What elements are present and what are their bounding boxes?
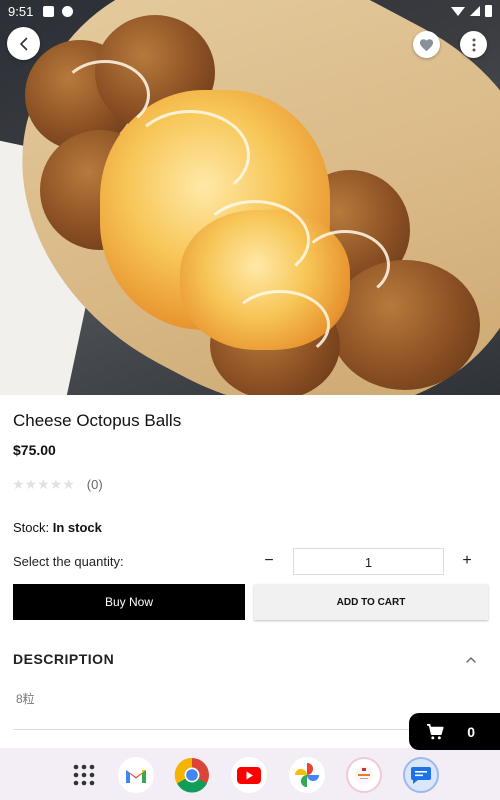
cart-count: 0 xyxy=(467,723,475,740)
product-price: $75.00 xyxy=(13,442,56,458)
signal-icon xyxy=(470,6,480,16)
quantity-decrement-button[interactable]: − xyxy=(258,550,280,572)
youtube-icon[interactable] xyxy=(231,757,267,793)
description-header[interactable]: DESCRIPTION xyxy=(13,651,114,667)
description-text: 8粒 xyxy=(16,692,35,706)
cart-icon xyxy=(427,723,444,739)
gmail-icon[interactable] xyxy=(118,757,154,793)
chrome-icon[interactable] xyxy=(174,757,210,793)
favorite-button[interactable] xyxy=(413,31,440,58)
stock-label: Stock: xyxy=(13,520,50,535)
shop-app-icon[interactable] xyxy=(346,757,382,793)
stock-status: Stock: In stock xyxy=(13,520,102,535)
description-toggle[interactable] xyxy=(462,652,480,668)
battery-icon xyxy=(485,5,492,17)
product-title: Cheese Octopus Balls xyxy=(13,411,182,430)
messages-icon[interactable] xyxy=(403,757,439,793)
quantity-label: Select the quantity: xyxy=(13,554,124,569)
sim-icon xyxy=(43,5,55,17)
photos-icon[interactable] xyxy=(289,757,325,793)
wifi-icon xyxy=(451,6,465,16)
status-bar: 9:51 xyxy=(0,0,500,22)
rating-count: (0) xyxy=(86,477,103,492)
floating-cart-button[interactable]: 0 xyxy=(409,713,500,750)
product-rating: ★★★★★ (0) xyxy=(12,476,103,493)
rating-stars: ★★★★★ xyxy=(12,476,75,492)
chevron-up-icon xyxy=(466,657,476,663)
back-button[interactable] xyxy=(7,27,40,60)
heart-icon xyxy=(419,38,434,51)
buy-now-button[interactable]: Buy Now xyxy=(13,584,245,620)
product-detail-screen: 9:51 Cheese Octopus Balls $75.00 ★★★★★ (… xyxy=(0,0,500,800)
chevron-left-icon xyxy=(19,37,27,50)
add-to-cart-button[interactable]: ADD TO CART xyxy=(254,584,488,620)
notification-icon xyxy=(62,5,74,17)
app-drawer-icon[interactable] xyxy=(66,757,102,793)
product-image xyxy=(0,0,500,395)
more-vertical-icon xyxy=(472,38,475,51)
stock-value: In stock xyxy=(52,520,102,535)
more-options-button[interactable] xyxy=(460,31,487,58)
quantity-input[interactable]: 1 xyxy=(293,548,444,575)
quantity-increment-button[interactable]: + xyxy=(456,550,478,572)
status-time: 9:51 xyxy=(8,3,34,19)
